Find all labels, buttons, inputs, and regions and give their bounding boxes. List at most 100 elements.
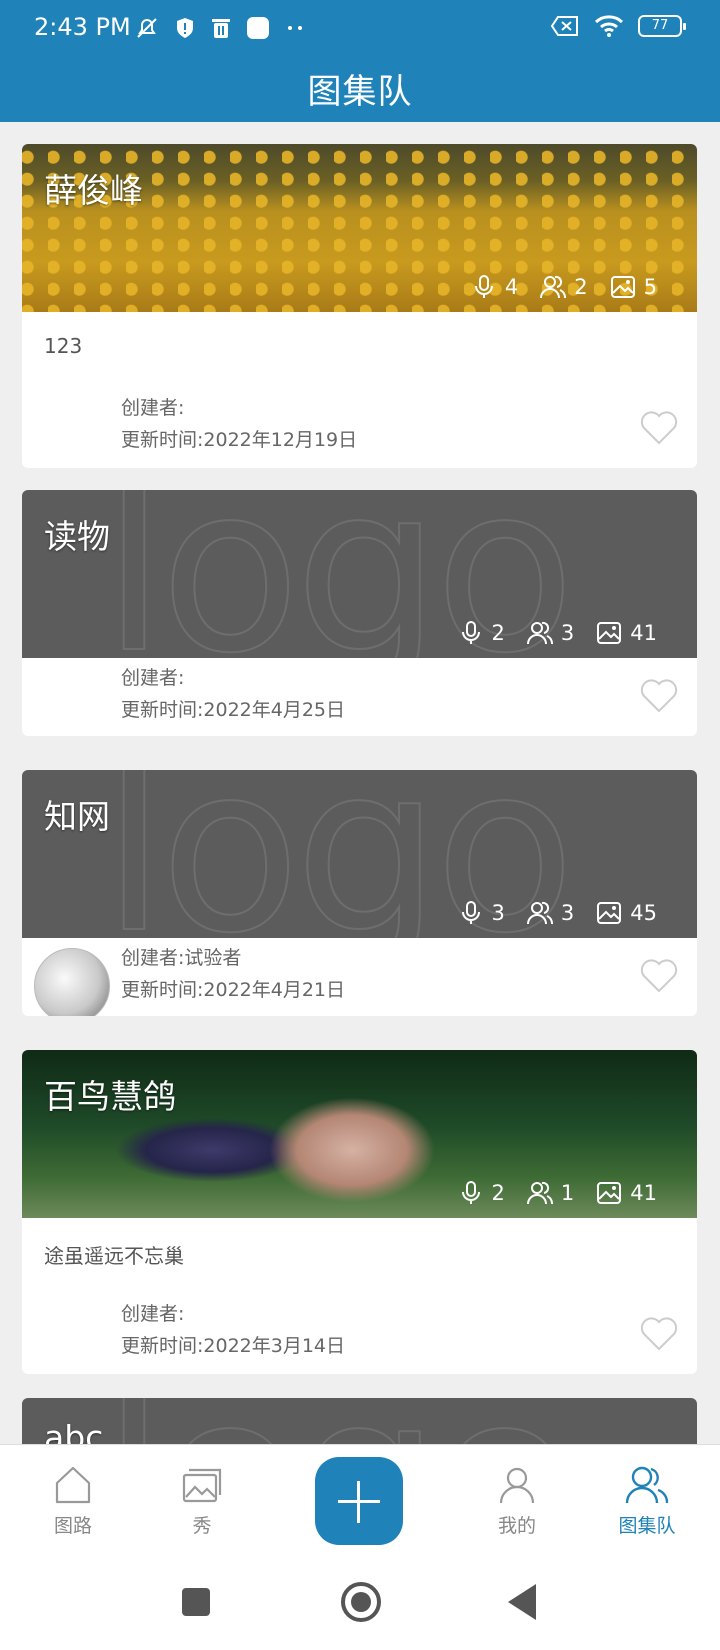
nav-item-tujidui[interactable]: 图集队 (602, 1463, 692, 1538)
album-cover-image[interactable]: logo 知网 3 3 45 (22, 770, 697, 938)
album-creator: 创建者: (121, 397, 185, 419)
group-icon (625, 1466, 669, 1504)
album-updated: 更新时间:2022年4月21日 (121, 979, 346, 1001)
users-icon (526, 901, 553, 925)
album-meta: 创建者: 更新时间:2022年12月19日 (121, 392, 357, 456)
back-button[interactable] (508, 1584, 536, 1620)
album-stats: 2 3 41 (458, 620, 657, 646)
status-bar: 2:43 PM 77 (0, 0, 720, 54)
album-creator: 创建者: (121, 667, 185, 689)
heart-icon[interactable] (639, 676, 679, 714)
album-creator: 创建者: (121, 1303, 185, 1325)
stat-members-count: 1 (560, 1181, 575, 1205)
album-card[interactable]: logo abc (22, 1398, 697, 1444)
album-list[interactable]: 薛俊峰 4 2 5 123 创建者: 更新时间:2022年12月19日 logo… (0, 122, 720, 1444)
status-system-icons: 77 (550, 14, 686, 38)
shield-icon (177, 18, 193, 38)
microphone-icon (461, 901, 480, 924)
battery-icon: 77 (638, 15, 686, 37)
nav-item-xiu[interactable]: 秀 (157, 1463, 247, 1538)
trash-icon (212, 19, 230, 38)
nav-label: 图路 (53, 1515, 92, 1537)
album-cover-image[interactable]: 百鸟慧鸽 2 1 41 (22, 1050, 697, 1218)
nav-item-tulu[interactable]: 图路 (28, 1463, 118, 1538)
album-description: 123 (44, 334, 83, 358)
home-button[interactable] (341, 1582, 381, 1622)
stat-images: 41 (596, 1180, 657, 1206)
page-title: 图集队 (307, 72, 413, 112)
app-header: 2:43 PM 77 图集队 (0, 0, 720, 122)
nav-label: 图集队 (618, 1515, 676, 1537)
stat-images-count: 5 (643, 275, 657, 299)
album-cover-image[interactable]: logo abc (22, 1398, 697, 1444)
stat-images: 45 (596, 900, 657, 926)
album-meta: 创建者: 更新时间:2022年4月25日 (121, 662, 345, 726)
sim-off-icon (550, 16, 578, 36)
stat-members: 3 (526, 900, 575, 926)
status-notification-icons (134, 15, 306, 41)
heart-icon[interactable] (639, 956, 679, 994)
stat-members-count: 3 (560, 621, 575, 645)
stat-members: 2 (540, 274, 588, 300)
album-card[interactable]: logo 读物 2 3 41 创建者: 更新时间:2022年4月25日 (22, 490, 697, 736)
stat-images-count: 45 (630, 901, 657, 925)
album-name: 百鸟慧鸽 (44, 1077, 176, 1116)
stat-mic-count: 2 (491, 1181, 505, 1205)
gallery-icon (182, 1468, 222, 1503)
nav-label: 秀 (192, 1515, 212, 1537)
wifi-icon (594, 15, 624, 37)
system-nav-bar (0, 1554, 720, 1650)
bottom-nav: 图路 秀 我的 图集队 (0, 1444, 720, 1554)
microphone-icon (461, 1181, 480, 1204)
recents-button[interactable] (182, 1588, 210, 1616)
heart-icon[interactable] (639, 408, 679, 446)
stat-mic: 3 (458, 900, 505, 926)
album-updated: 更新时间:2022年4月25日 (121, 699, 346, 721)
album-card[interactable]: 薛俊峰 4 2 5 123 创建者: 更新时间:2022年12月19日 (22, 144, 697, 468)
microphone-icon (461, 621, 480, 644)
users-icon (526, 621, 553, 645)
album-creator: 创建者:试验者 (121, 947, 242, 969)
album-name: 读物 (44, 517, 110, 556)
stat-members-count: 2 (574, 275, 588, 299)
image-icon (610, 276, 635, 298)
stat-mic-count: 3 (491, 901, 505, 925)
album-card[interactable]: 百鸟慧鸽 2 1 41 途虽遥远不忘巢 创建者: 更新时间:2022年3月14日 (22, 1050, 697, 1374)
stat-members-count: 3 (560, 901, 575, 925)
album-description: 途虽遥远不忘巢 (44, 1244, 184, 1268)
users-icon (540, 275, 567, 299)
app-square-icon (247, 17, 269, 39)
stat-mic-count: 2 (491, 621, 505, 645)
users-icon (526, 1181, 553, 1205)
album-card[interactable]: logo 知网 3 3 45 创建者:试验者 更新时间:2022年4月21日 (22, 770, 697, 1016)
image-icon (597, 1182, 622, 1204)
album-updated: 更新时间:2022年3月14日 (121, 1335, 346, 1357)
album-updated: 更新时间:2022年12月19日 (121, 429, 358, 451)
more-dots-icon (288, 26, 302, 30)
stat-mic: 2 (458, 620, 505, 646)
home-icon (55, 1466, 91, 1504)
heart-icon[interactable] (639, 1314, 679, 1352)
album-meta: 创建者: 更新时间:2022年3月14日 (121, 1298, 345, 1362)
nav-item-mine[interactable]: 我的 (472, 1463, 562, 1538)
album-name: 知网 (44, 797, 110, 836)
user-icon (499, 1467, 535, 1504)
stat-images-count: 41 (630, 1181, 657, 1205)
image-icon (597, 902, 622, 924)
stat-members: 1 (526, 1180, 575, 1206)
stat-mic-count: 4 (504, 275, 519, 299)
stat-images: 41 (596, 620, 657, 646)
add-button[interactable] (315, 1457, 403, 1545)
album-cover-image[interactable]: 薛俊峰 4 2 5 (22, 144, 697, 312)
stat-mic: 2 (458, 1180, 505, 1206)
album-cover-image[interactable]: logo 读物 2 3 41 (22, 490, 697, 658)
album-stats: 2 1 41 (458, 1180, 657, 1206)
avatar[interactable] (34, 948, 110, 1016)
stat-images-count: 41 (630, 621, 657, 645)
album-stats: 3 3 45 (458, 900, 657, 926)
image-icon (597, 622, 622, 644)
nav-label: 我的 (497, 1515, 536, 1537)
status-time: 2:43 PM (34, 13, 131, 41)
microphone-icon (474, 275, 493, 298)
mute-bell-icon (137, 18, 157, 38)
